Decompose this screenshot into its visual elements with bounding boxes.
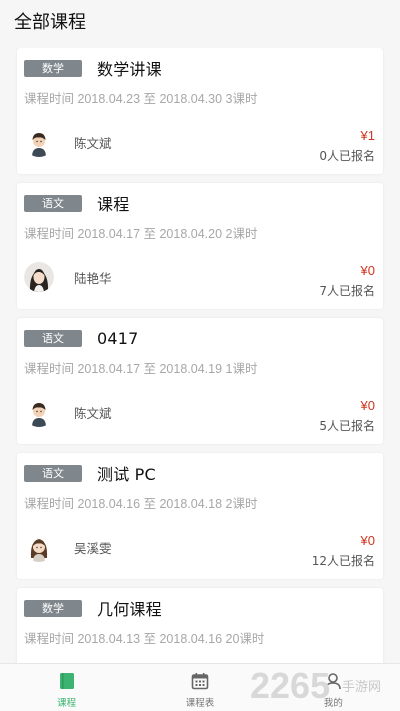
course-card-header: 数学 几何课程 [24, 596, 162, 620]
tab-courses[interactable]: 课程 [0, 664, 133, 711]
teacher-name: 陈文斌 [74, 405, 112, 421]
enrolled-count: 12人已报名 [311, 554, 375, 568]
tab-profile[interactable]: 我的 [267, 664, 400, 711]
course-time: 课程时间 2018.04.17 至 2018.04.20 2课时 [24, 227, 258, 241]
course-card[interactable]: 语文 课程 课程时间 2018.04.17 至 2018.04.20 2课时 陆… [17, 183, 383, 309]
course-title: 数学讲课 [97, 60, 162, 79]
course-card[interactable]: 语文 0417 课程时间 2018.04.17 至 2018.04.19 1课时… [17, 318, 383, 444]
subject-badge: 语文 [24, 194, 82, 212]
course-card[interactable]: 数学 几何课程 课程时间 2018.04.13 至 2018.04.16 20课… [17, 588, 383, 663]
subject-badge: 语文 [24, 464, 82, 482]
course-time: 课程时间 2018.04.16 至 2018.04.18 2课时 [24, 497, 258, 511]
course-time: 课程时间 2018.04.23 至 2018.04.30 3课时 [24, 92, 258, 106]
course-title: 几何课程 [97, 600, 162, 619]
boy-avatar-icon [24, 127, 54, 157]
bottom-tab-bar: 课程 课程表 我的 [0, 663, 400, 711]
teacher-name: 吴溪雯 [74, 540, 112, 556]
course-card[interactable]: 数学 数学讲课 课程时间 2018.04.23 至 2018.04.30 3课时… [17, 48, 383, 174]
course-card-header: 语文 课程 [24, 191, 129, 215]
course-card-header: 数学 数学讲课 [24, 56, 162, 80]
course-title: 测试 PC [97, 465, 156, 484]
course-time: 课程时间 2018.04.13 至 2018.04.16 20课时 [24, 632, 265, 646]
calendar-icon [191, 673, 209, 690]
teacher-info: 陈文斌 [24, 126, 112, 158]
teacher-info: 陈文斌 [24, 396, 112, 428]
course-price: ¥0 [360, 533, 375, 548]
course-title: 0417 [97, 328, 139, 348]
course-time: 课程时间 2018.04.17 至 2018.04.19 1课时 [24, 362, 258, 376]
subject-badge: 语文 [24, 329, 82, 347]
course-card-header: 语文 0417 [24, 326, 139, 350]
teacher-info: 吴溪雯 [24, 531, 112, 563]
tab-label: 课程表 [185, 698, 215, 709]
course-price: ¥0 [360, 398, 375, 413]
tab-schedule[interactable]: 课程表 [133, 664, 266, 711]
woman-photo-avatar-icon [24, 262, 54, 292]
course-price: ¥0 [360, 263, 375, 278]
subject-badge: 数学 [24, 599, 82, 617]
course-price: ¥1 [360, 128, 375, 143]
course-list[interactable]: 数学 数学讲课 课程时间 2018.04.23 至 2018.04.30 3课时… [0, 48, 400, 663]
course-title: 课程 [97, 195, 130, 214]
tab-label: 我的 [323, 698, 343, 709]
tab-label: 课程 [57, 698, 77, 709]
book-icon [59, 673, 74, 689]
boy-avatar-icon [24, 397, 54, 427]
course-card[interactable]: 语文 测试 PC 课程时间 2018.04.16 至 2018.04.18 2课… [17, 453, 383, 579]
user-icon [325, 673, 342, 690]
subject-badge: 数学 [24, 59, 82, 77]
girl-avatar-icon [24, 532, 54, 562]
teacher-name: 陆艳华 [74, 270, 112, 286]
teacher-info: 陆艳华 [24, 261, 112, 293]
course-card-header: 语文 测试 PC [24, 461, 156, 485]
enrolled-count: 5人已报名 [319, 419, 375, 433]
enrolled-count: 0人已报名 [319, 149, 375, 163]
teacher-name: 陈文斌 [74, 135, 112, 151]
page-title: 全部课程 [14, 12, 86, 33]
enrolled-count: 7人已报名 [319, 284, 375, 298]
